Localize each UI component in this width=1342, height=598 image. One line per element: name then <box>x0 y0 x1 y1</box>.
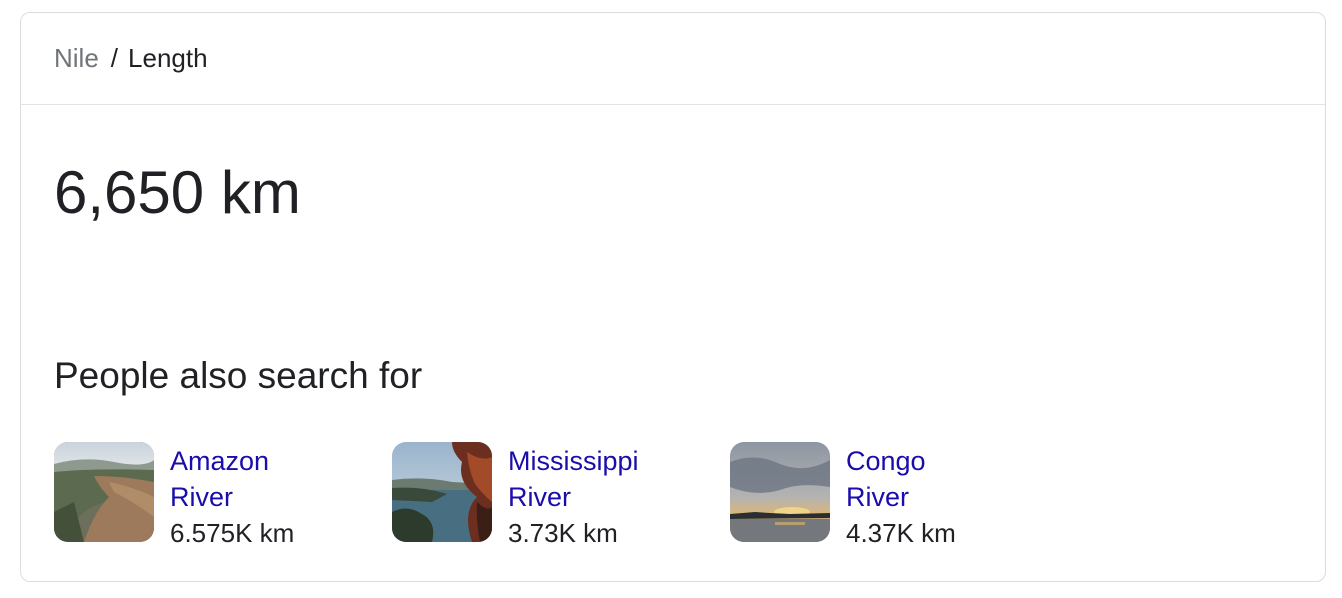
breadcrumb-separator: / <box>110 43 119 73</box>
related-item-value: 6.575K km <box>170 518 295 548</box>
congo-river-photo[interactable] <box>730 442 830 542</box>
amazon-river-photo[interactable] <box>54 442 154 542</box>
mississippi-river-photo[interactable] <box>392 442 492 542</box>
breadcrumb-parent-link[interactable]: Nile <box>54 43 99 74</box>
related-item-name[interactable]: Amazon River <box>170 443 320 515</box>
breadcrumb: Nile / Length <box>21 13 1325 105</box>
related-entities-list: Amazon River 6.575K km Mississippi River… <box>54 442 1068 551</box>
knowledge-card: Nile / Length 6,650 km People also searc… <box>20 12 1326 582</box>
related-item-amazon-river[interactable]: Amazon River 6.575K km <box>54 442 392 551</box>
related-item-name[interactable]: Mississippi River <box>508 443 658 515</box>
related-item-mississippi-river[interactable]: Mississippi River 3.73K km <box>392 442 730 551</box>
people-also-search-heading: People also search for <box>54 355 423 396</box>
related-item-value: 3.73K km <box>508 518 618 548</box>
related-item-value: 4.37K km <box>846 518 956 548</box>
answer-value: 6,650 km <box>54 159 301 226</box>
breadcrumb-current: Length <box>128 43 208 73</box>
related-item-name[interactable]: Congo River <box>846 443 996 515</box>
related-item-congo-river[interactable]: Congo River 4.37K km <box>730 442 1068 551</box>
